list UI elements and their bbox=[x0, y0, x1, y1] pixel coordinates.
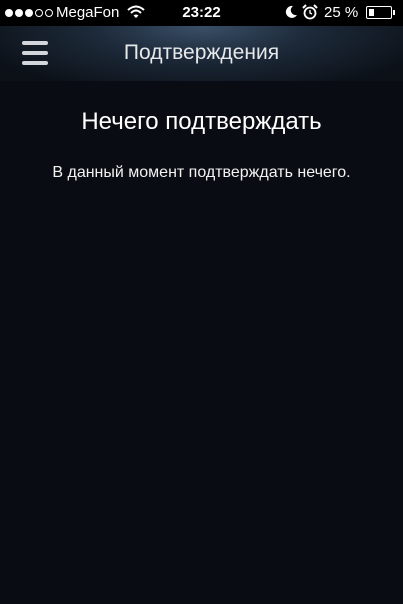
moon-icon bbox=[284, 5, 298, 23]
app-screen: MegaFon 23:22 25 % Подтверждения Нечего … bbox=[0, 0, 403, 604]
battery-level-fill bbox=[369, 9, 374, 16]
empty-state-message: В данный момент подтверждать нечего. bbox=[52, 164, 351, 181]
empty-state-title: Нечего подтверждать bbox=[81, 108, 322, 135]
battery-cap bbox=[393, 10, 395, 15]
alarm-icon bbox=[302, 4, 318, 24]
page-title: Подтверждения bbox=[123, 41, 280, 64]
battery-icon bbox=[366, 6, 395, 19]
navigation-bar: Подтверждения bbox=[0, 26, 403, 81]
status-bar: MegaFon 23:22 25 % bbox=[0, 0, 403, 26]
battery-percentage: 25 % bbox=[324, 4, 359, 21]
